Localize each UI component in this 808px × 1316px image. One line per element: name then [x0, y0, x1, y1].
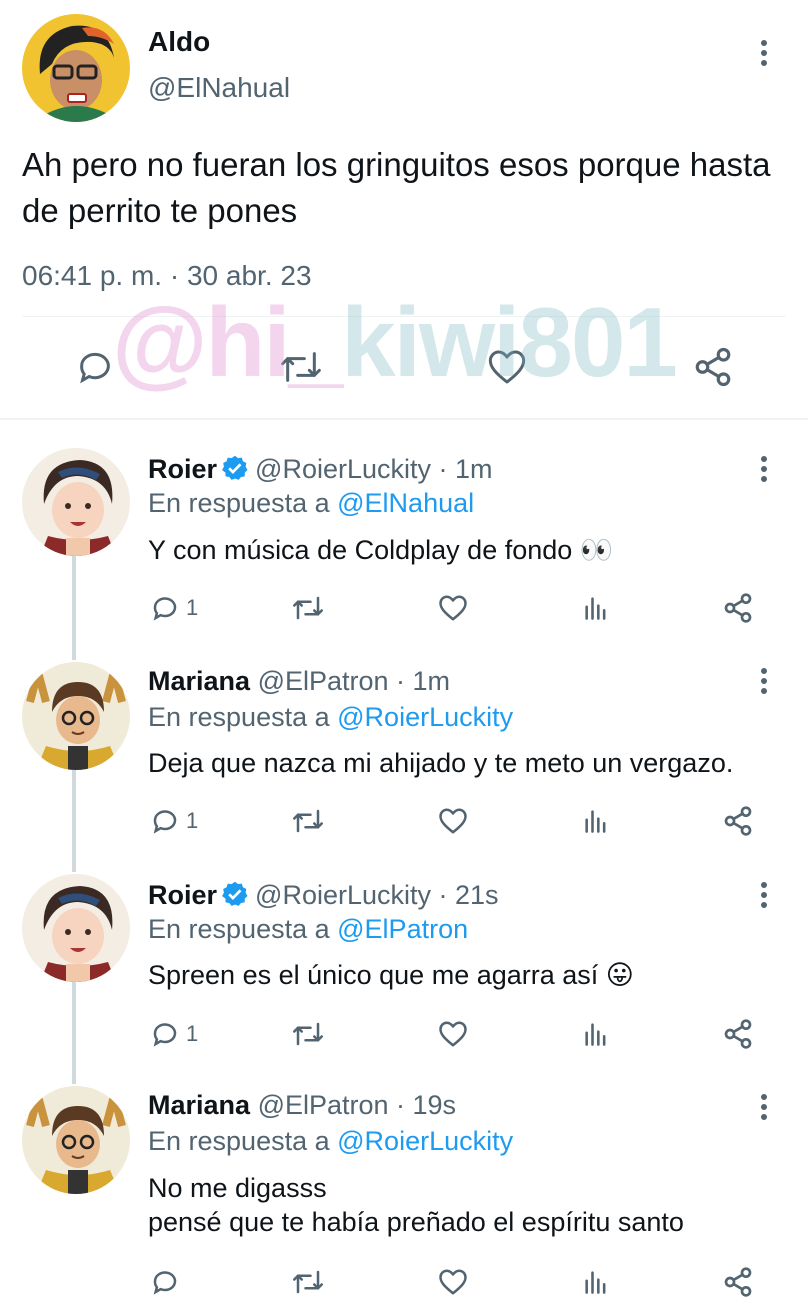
- mention-link[interactable]: @RoierLuckity: [337, 702, 513, 732]
- reply-actions: 1: [0, 1014, 808, 1054]
- reply-text-line: pensé que te había preñado el espíritu s…: [148, 1207, 684, 1237]
- verified-badge-icon: [221, 880, 249, 908]
- reply-text: Deja que nazca mi ahijado y te meto un v…: [148, 748, 734, 778]
- reply-tweet[interactable]: Roier @RoierLuckity · 21s En respuesta a …: [0, 866, 808, 1078]
- mention-link[interactable]: @ElNahual: [337, 488, 474, 518]
- reply-count: 1: [186, 595, 199, 620]
- reply-text: Spreen es el único que me agarra así 😛: [148, 960, 634, 990]
- retweet-icon[interactable]: [290, 1262, 326, 1302]
- more-options-icon[interactable]: [754, 1092, 774, 1122]
- comment-icon: [153, 810, 177, 834]
- like-icon[interactable]: [482, 340, 532, 394]
- retweet-icon[interactable]: [290, 1014, 326, 1054]
- like-icon[interactable]: [437, 1014, 469, 1054]
- author-name[interactable]: Mariana: [148, 1090, 250, 1120]
- analytics-icon[interactable]: [582, 1262, 610, 1302]
- like-icon[interactable]: [437, 588, 469, 628]
- comment-icon: [153, 1023, 177, 1047]
- comment-button[interactable]: 1: [150, 588, 198, 628]
- replying-to: En respuesta a @RoierLuckity: [148, 1126, 514, 1156]
- avatar-aldo[interactable]: [22, 14, 130, 122]
- avatar-roier[interactable]: [22, 874, 130, 982]
- author-handle[interactable]: @ElNahual: [148, 72, 290, 104]
- comment-button[interactable]: 1: [150, 1014, 198, 1054]
- handle-and-time: @ElPatron · 19s: [257, 1090, 457, 1120]
- reply-count: 1: [186, 808, 199, 833]
- reply-tweet[interactable]: Mariana @ElPatron · 1m En respuesta a @R…: [0, 654, 808, 866]
- share-icon[interactable]: [722, 801, 754, 841]
- tweet-actions: [0, 340, 808, 400]
- like-icon[interactable]: [437, 801, 469, 841]
- author-name[interactable]: Roier: [148, 454, 217, 484]
- reply-text-line: No me digasss: [148, 1173, 327, 1203]
- more-options-icon[interactable]: [754, 454, 774, 484]
- replying-to: En respuesta a @ElPatron: [148, 914, 469, 944]
- analytics-icon[interactable]: [582, 588, 610, 628]
- tweet-text: Ah pero no fueran los gringuitos esos po…: [22, 146, 771, 229]
- comment-icon[interactable]: [70, 340, 120, 394]
- reply-actions: [0, 1262, 808, 1302]
- share-icon[interactable]: [722, 1014, 754, 1054]
- more-options-icon[interactable]: [754, 38, 774, 68]
- avatar-roier[interactable]: [22, 448, 130, 556]
- retweet-icon[interactable]: [276, 340, 326, 394]
- replying-to: En respuesta a @RoierLuckity: [148, 702, 514, 732]
- share-icon[interactable]: [722, 1262, 754, 1302]
- reply-tweet[interactable]: Mariana @ElPatron · 19s En respuesta a @…: [0, 1078, 808, 1316]
- main-tweet: Aldo @ElNahual Ah pero no fueran los gri…: [0, 0, 808, 420]
- handle-and-time: @RoierLuckity · 1m: [255, 454, 493, 484]
- share-icon[interactable]: [688, 340, 738, 394]
- handle-and-time: @ElPatron · 1m: [257, 666, 451, 696]
- divider: [22, 316, 786, 317]
- mention-link[interactable]: @ElPatron: [337, 914, 468, 944]
- reply-text: Y con música de Coldplay de fondo 👀: [148, 535, 614, 565]
- reply-actions: 1: [0, 588, 808, 628]
- avatar-mariana[interactable]: [22, 1086, 130, 1194]
- author-name[interactable]: Roier: [148, 880, 217, 910]
- replying-to: En respuesta a @ElNahual: [148, 488, 475, 518]
- mention-link[interactable]: @RoierLuckity: [337, 1126, 513, 1156]
- analytics-icon[interactable]: [582, 801, 610, 841]
- verified-badge-icon: [221, 454, 249, 482]
- retweet-icon[interactable]: [290, 588, 326, 628]
- comment-icon: [153, 597, 177, 621]
- author-name[interactable]: Aldo: [148, 26, 210, 58]
- handle-and-time: @RoierLuckity · 21s: [255, 880, 499, 910]
- like-icon[interactable]: [437, 1262, 469, 1302]
- avatar-mariana[interactable]: [22, 662, 130, 770]
- more-options-icon[interactable]: [754, 880, 774, 910]
- section-divider: [0, 418, 808, 420]
- comment-button[interactable]: 1: [150, 801, 198, 841]
- analytics-icon[interactable]: [582, 1014, 610, 1054]
- reply-actions: 1: [0, 801, 808, 841]
- reply-count: 1: [186, 1021, 199, 1046]
- comment-button[interactable]: [150, 1262, 186, 1302]
- retweet-icon[interactable]: [290, 801, 326, 841]
- comment-icon: [153, 1271, 177, 1295]
- tweet-timestamp[interactable]: 06:41 p. m. · 30 abr. 23: [22, 260, 312, 292]
- author-name[interactable]: Mariana: [148, 666, 250, 696]
- reply-text: No me digasss pensé que te había preñado…: [148, 1171, 798, 1239]
- reply-tweet[interactable]: Roier @RoierLuckity · 1m En respuesta a @…: [0, 440, 808, 654]
- share-icon[interactable]: [722, 588, 754, 628]
- more-options-icon[interactable]: [754, 666, 774, 696]
